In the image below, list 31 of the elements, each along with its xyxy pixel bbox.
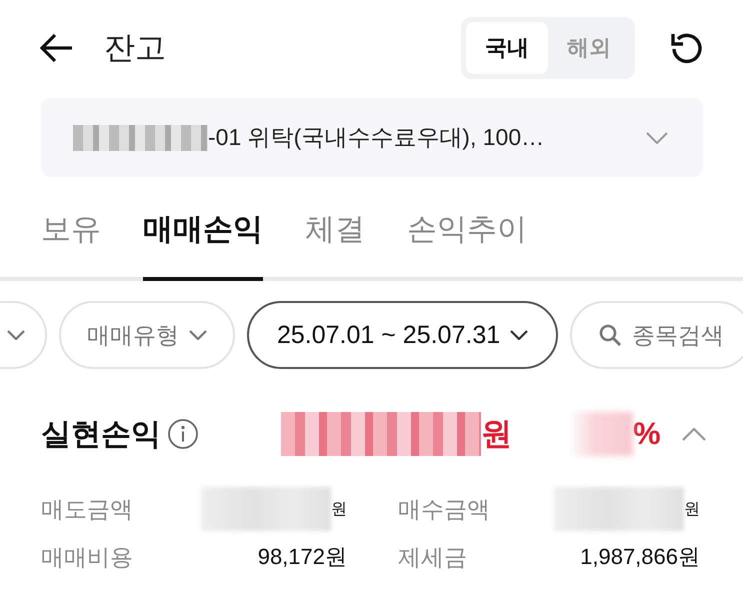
tab[interactable]: 손익추이	[407, 195, 527, 281]
info-icon[interactable]	[167, 418, 199, 450]
amount-unit: 원	[481, 415, 512, 453]
market-tab[interactable]: 국내	[466, 22, 548, 74]
account-dropdown[interactable]: -01 위탁(국내수수료우대), 100…	[41, 98, 703, 177]
realized-pl-label: 실현손익	[41, 416, 161, 452]
detail-label: 매수금액	[398, 494, 490, 524]
chevron-up-icon[interactable]	[682, 427, 706, 441]
filter-chip[interactable]: 25.07.01 ~ 25.07.31	[247, 301, 558, 369]
chevron-down-icon	[189, 330, 207, 340]
tab[interactable]: 보유	[41, 195, 101, 281]
detail-value: 1,987,866원	[580, 543, 700, 571]
page-title: 잔고	[104, 29, 167, 67]
search-icon	[598, 323, 622, 347]
detail-label: 제세금	[398, 542, 467, 572]
account-text: -01 위탁(국내수수료우대), 100…	[208, 123, 546, 152]
chevron-down-icon	[510, 330, 528, 340]
market-tab[interactable]: 해외	[548, 22, 630, 74]
tab[interactable]: 체결	[305, 195, 365, 281]
chevron-down-icon	[7, 330, 25, 340]
detail-value: 98,172원	[258, 543, 347, 571]
chevron-down-icon	[646, 132, 668, 144]
filter-chip[interactable]: 매매유형	[59, 301, 235, 369]
back-icon[interactable]	[40, 33, 74, 63]
rate-unit: %	[633, 416, 661, 452]
detail-label: 매매비용	[41, 542, 133, 572]
tab[interactable]: 매매손익	[143, 195, 263, 281]
detail-label: 매도금액	[41, 494, 133, 524]
search-chip[interactable]: 종목검색	[570, 301, 743, 369]
detail-value: 원	[331, 500, 347, 520]
detail-value: 원	[684, 500, 700, 520]
